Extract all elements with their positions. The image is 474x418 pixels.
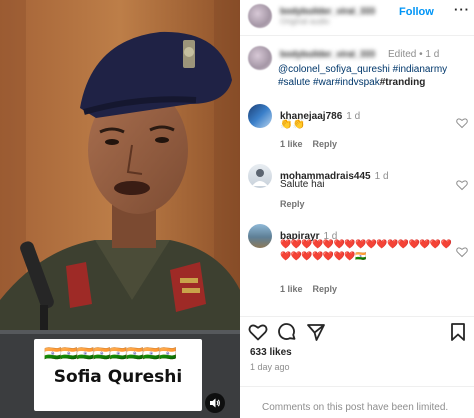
india-flags: 🇮🇳🇮🇳🇮🇳🇮🇳🇮🇳🇮🇳🇮🇳🇮🇳 bbox=[44, 345, 176, 361]
caption-card: 🇮🇳🇮🇳🇮🇳🇮🇳🇮🇳🇮🇳🇮🇳🇮🇳 Sofia Qureshi bbox=[34, 339, 202, 411]
footer-divider bbox=[240, 386, 474, 387]
comment-icon[interactable] bbox=[277, 322, 297, 342]
hashtag-link[interactable]: #salute bbox=[278, 77, 313, 88]
comments-feed: bodybuilder_viral_333 Edited • 1 d @colo… bbox=[240, 36, 474, 316]
hashtag-plain[interactable]: #tranding bbox=[380, 77, 426, 88]
heart-icon[interactable] bbox=[456, 117, 468, 129]
hashtag-link[interactable]: #indvspak bbox=[335, 77, 380, 88]
follow-button[interactable]: Follow bbox=[399, 6, 434, 18]
person-icon bbox=[252, 169, 268, 186]
post-media[interactable]: 🇮🇳🇮🇳🇮🇳🇮🇳🇮🇳🇮🇳🇮🇳🇮🇳 Sofia Qureshi bbox=[0, 0, 240, 418]
actions-divider bbox=[240, 316, 474, 317]
reply-button[interactable]: Reply bbox=[313, 139, 338, 149]
heart-icon[interactable] bbox=[456, 179, 468, 191]
mention-link[interactable]: @colonel_sofiya_qureshi bbox=[278, 64, 393, 75]
bookmark-icon[interactable] bbox=[448, 322, 468, 342]
comment-text: Salute hai bbox=[280, 179, 325, 190]
comment-time: 1 d bbox=[374, 171, 389, 182]
comments-limited-notice: Comments on this post have been limited. bbox=[262, 402, 449, 413]
post-action-bar bbox=[240, 322, 474, 342]
commenter-avatar[interactable] bbox=[248, 104, 272, 128]
audio-toggle-button[interactable] bbox=[205, 393, 225, 413]
caption-edited-label: Edited • 1 d bbox=[388, 49, 439, 60]
comment-text: ❤️❤️❤️❤️❤️❤️❤️❤️❤️❤️❤️❤️❤️❤️❤️❤️❤️❤️❤️❤️… bbox=[280, 239, 452, 261]
commenter-avatar[interactable] bbox=[248, 164, 272, 188]
comment-text: 👏👏 bbox=[280, 119, 305, 130]
reply-button[interactable]: Reply bbox=[280, 199, 305, 209]
post-side-panel: bodybuilder_viral_333 Original audio Fol… bbox=[240, 0, 474, 418]
comment-actions: Reply bbox=[280, 199, 315, 209]
author-subtitle: Original audio bbox=[280, 17, 330, 26]
author-avatar[interactable] bbox=[248, 4, 272, 28]
comment-likes-link[interactable]: 1 like bbox=[280, 284, 303, 294]
caption-time: 1 d bbox=[425, 49, 440, 60]
posted-time[interactable]: 1 day ago bbox=[250, 362, 290, 372]
post-header: bodybuilder_viral_333 Original audio Fol… bbox=[240, 0, 474, 28]
edited-text: Edited bbox=[388, 49, 417, 60]
heart-icon[interactable] bbox=[456, 246, 468, 258]
comment-actions: 1 like Reply bbox=[280, 139, 347, 149]
reply-button[interactable]: Reply bbox=[313, 284, 338, 294]
more-dots-icon[interactable]: ··· bbox=[454, 2, 470, 17]
hashtag-link[interactable]: #war bbox=[313, 77, 335, 88]
author-username[interactable]: bodybuilder_viral_333 bbox=[280, 6, 375, 16]
speaker-icon bbox=[210, 398, 220, 408]
hashtag-link[interactable]: #indianarmy bbox=[393, 64, 447, 75]
caption-name: Sofia Qureshi bbox=[53, 367, 183, 387]
comment-likes-link[interactable]: 1 like bbox=[280, 139, 303, 149]
caption-author-username[interactable]: bodybuilder_viral_333 bbox=[280, 49, 375, 59]
commenter-avatar[interactable] bbox=[248, 224, 272, 248]
share-icon[interactable] bbox=[306, 322, 326, 342]
likes-count[interactable]: 633 likes bbox=[250, 347, 292, 358]
caption-author-avatar[interactable] bbox=[248, 46, 272, 70]
heart-icon[interactable] bbox=[248, 322, 268, 342]
comment-time: 1 d bbox=[346, 111, 361, 122]
comment-actions: 1 like Reply bbox=[280, 284, 347, 294]
caption-tags: @colonel_sofiya_qureshi #indianarmy #sal… bbox=[278, 63, 474, 89]
